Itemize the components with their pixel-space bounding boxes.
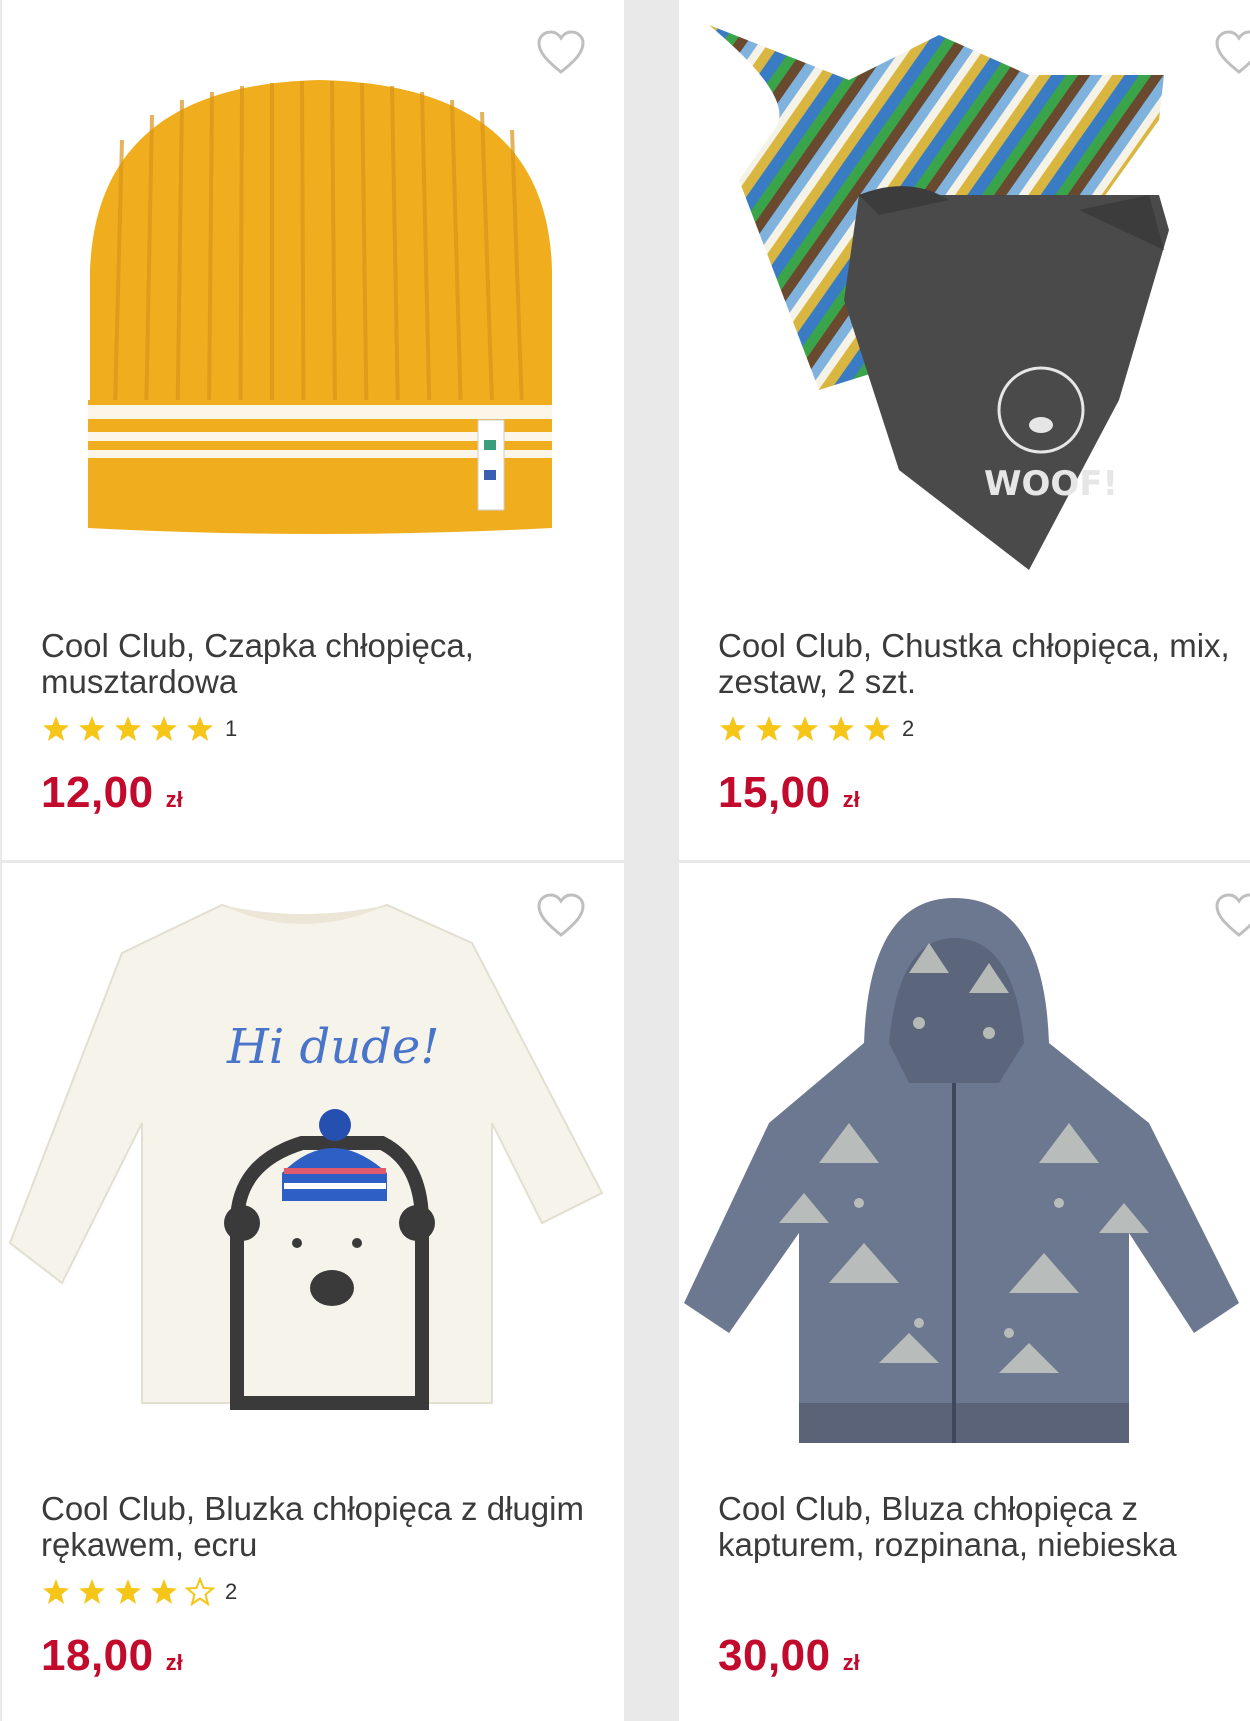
product-image[interactable]	[679, 863, 1250, 1463]
star-filled-icon	[826, 714, 856, 744]
star-filled-icon	[862, 714, 892, 744]
product-grid: Cool Club, Czapka chłopięca, musztardowa…	[0, 0, 1250, 1721]
product-image[interactable]: WOOF!	[679, 0, 1250, 600]
shirt-print-text: Hi dude!	[226, 1019, 440, 1075]
star-filled-icon	[77, 1577, 107, 1607]
bandana-print-text: WOOF!	[984, 464, 1118, 504]
star-filled-icon	[41, 714, 71, 744]
product-card[interactable]: Cool Club, Czapka chłopięca, musztardowa…	[2, 0, 624, 860]
star-filled-icon	[113, 714, 143, 744]
price-currency: zł	[842, 787, 860, 812]
star-filled-icon	[77, 714, 107, 744]
mustard-beanie-image	[88, 80, 552, 534]
product-card[interactable]: Hi dude! Cool Club, Bluzka chłopięca z d…	[2, 863, 624, 1721]
favorite-heart-icon[interactable]	[1214, 893, 1250, 939]
favorite-heart-icon[interactable]	[536, 30, 586, 76]
product-price: 30,00 zł	[718, 1631, 860, 1681]
bandana-set-image: WOOF!	[709, 25, 1169, 570]
price-currency: zł	[842, 1650, 860, 1675]
product-price: 12,00 zł	[41, 768, 183, 818]
blue-hoodie-image	[684, 898, 1239, 1443]
price-amount: 30,00	[718, 1631, 831, 1680]
price-amount: 12,00	[41, 768, 154, 817]
product-title[interactable]: Cool Club, Bluzka chłopięca z długim ręk…	[41, 1491, 601, 1563]
product-title[interactable]: Cool Club, Bluza chłopięca z kapturem, r…	[718, 1491, 1250, 1563]
product-card[interactable]: WOOF! Cool Club, Chustka chłopięca, mix,…	[679, 0, 1250, 860]
price-currency: zł	[165, 787, 183, 812]
rating-count: 2	[902, 716, 915, 741]
rating-count: 2	[225, 1579, 238, 1604]
favorite-heart-icon[interactable]	[536, 893, 586, 939]
product-title[interactable]: Cool Club, Chustka chłopięca, mix, zesta…	[718, 628, 1250, 700]
product-price: 15,00 zł	[718, 768, 860, 818]
star-filled-icon	[790, 714, 820, 744]
star-outline-icon	[185, 1577, 215, 1607]
product-image[interactable]	[2, 0, 624, 600]
price-amount: 15,00	[718, 768, 831, 817]
rating-count: 1	[225, 716, 238, 741]
star-filled-icon	[718, 714, 748, 744]
product-image[interactable]: Hi dude!	[2, 863, 624, 1463]
star-filled-icon	[754, 714, 784, 744]
product-price: 18,00 zł	[41, 1631, 183, 1681]
product-card[interactable]: Cool Club, Bluza chłopięca z kapturem, r…	[679, 863, 1250, 1721]
price-amount: 18,00	[41, 1631, 154, 1680]
star-filled-icon	[149, 714, 179, 744]
ecru-longsleeve-image: Hi dude!	[8, 903, 604, 1410]
rating-stars: 1	[41, 712, 237, 746]
rating-stars: 2	[41, 1575, 237, 1609]
price-currency: zł	[165, 1650, 183, 1675]
star-filled-icon	[185, 714, 215, 744]
star-filled-icon	[149, 1577, 179, 1607]
star-filled-icon	[41, 1577, 71, 1607]
rating-stars: 2	[718, 712, 914, 746]
product-title[interactable]: Cool Club, Czapka chłopięca, musztardowa	[41, 628, 601, 700]
star-filled-icon	[113, 1577, 143, 1607]
favorite-heart-icon[interactable]	[1214, 30, 1250, 76]
